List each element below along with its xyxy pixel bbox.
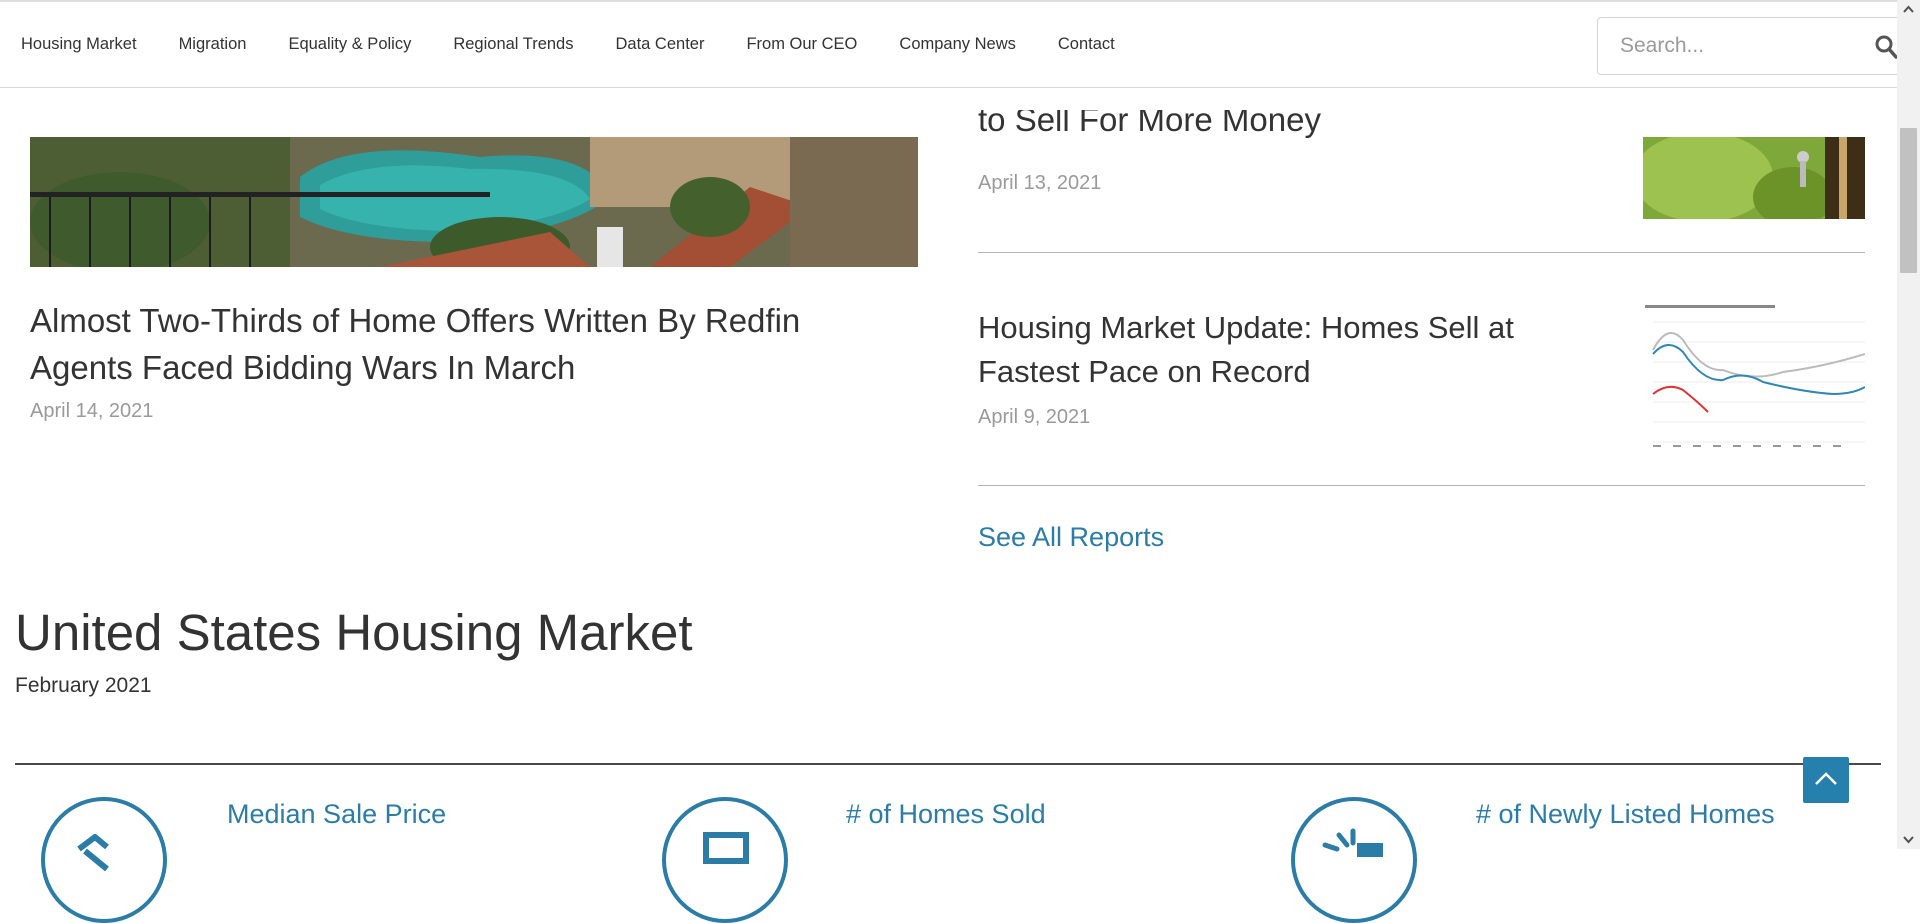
new-listing-icon — [1291, 797, 1417, 923]
nav-company-news[interactable]: Company News — [899, 35, 1015, 54]
featured-article-title[interactable]: Almost Two-Thirds of Home Offers Written… — [30, 297, 910, 391]
page-scrollbar[interactable] — [1897, 0, 1920, 849]
report-title[interactable]: Housing Market Update: Homes Sell at Fas… — [978, 306, 1578, 394]
nav-housing-market[interactable]: Housing Market — [21, 35, 137, 54]
main-nav: Housing Market Migration Equality & Poli… — [21, 35, 1157, 54]
sold-sign-icon — [662, 797, 788, 923]
nav-contact[interactable]: Contact — [1058, 35, 1115, 54]
report-date: April 9, 2021 — [978, 406, 1091, 428]
search-input[interactable] — [1598, 18, 1868, 74]
search-box — [1597, 17, 1898, 75]
report-thumbnail-chart[interactable] — [1643, 302, 1866, 452]
nav-data-center[interactable]: Data Center — [616, 35, 705, 54]
top-navigation: Housing Market Migration Equality & Poli… — [0, 0, 1898, 88]
featured-article-image[interactable] — [30, 137, 918, 267]
nav-from-our-ceo[interactable]: From Our CEO — [746, 35, 857, 54]
section-title: United States Housing Market — [15, 604, 693, 661]
metric-homes-sold[interactable]: # of Homes Sold — [846, 799, 1046, 830]
report-title[interactable]: to Sell For More Money — [978, 110, 1618, 153]
featured-article-date: April 14, 2021 — [30, 400, 154, 422]
report-date: April 13, 2021 — [978, 172, 1102, 194]
back-to-top-button[interactable] — [1803, 757, 1849, 803]
section-divider — [15, 763, 1881, 765]
chevron-up-icon — [1815, 772, 1837, 785]
metric-newly-listed-homes[interactable]: # of Newly Listed Homes — [1476, 799, 1775, 830]
report-thumbnail-keys[interactable] — [1643, 137, 1865, 219]
search-icon[interactable] — [1875, 35, 1898, 59]
divider — [978, 252, 1865, 253]
scroll-down-arrow-icon[interactable] — [1897, 829, 1920, 849]
scroll-up-arrow-icon[interactable] — [1897, 0, 1920, 20]
metric-median-sale-price[interactable]: Median Sale Price — [227, 799, 446, 830]
nav-equality-policy[interactable]: Equality & Policy — [288, 35, 411, 54]
scrollbar-thumb[interactable] — [1900, 128, 1917, 273]
see-all-reports-link[interactable]: See All Reports — [978, 522, 1164, 553]
price-tag-house-icon — [41, 797, 167, 923]
nav-migration[interactable]: Migration — [179, 35, 247, 54]
nav-regional-trends[interactable]: Regional Trends — [453, 35, 573, 54]
report-title-text: to Sell For More Money — [978, 110, 1321, 138]
divider — [978, 485, 1865, 486]
section-date: February 2021 — [15, 674, 152, 697]
